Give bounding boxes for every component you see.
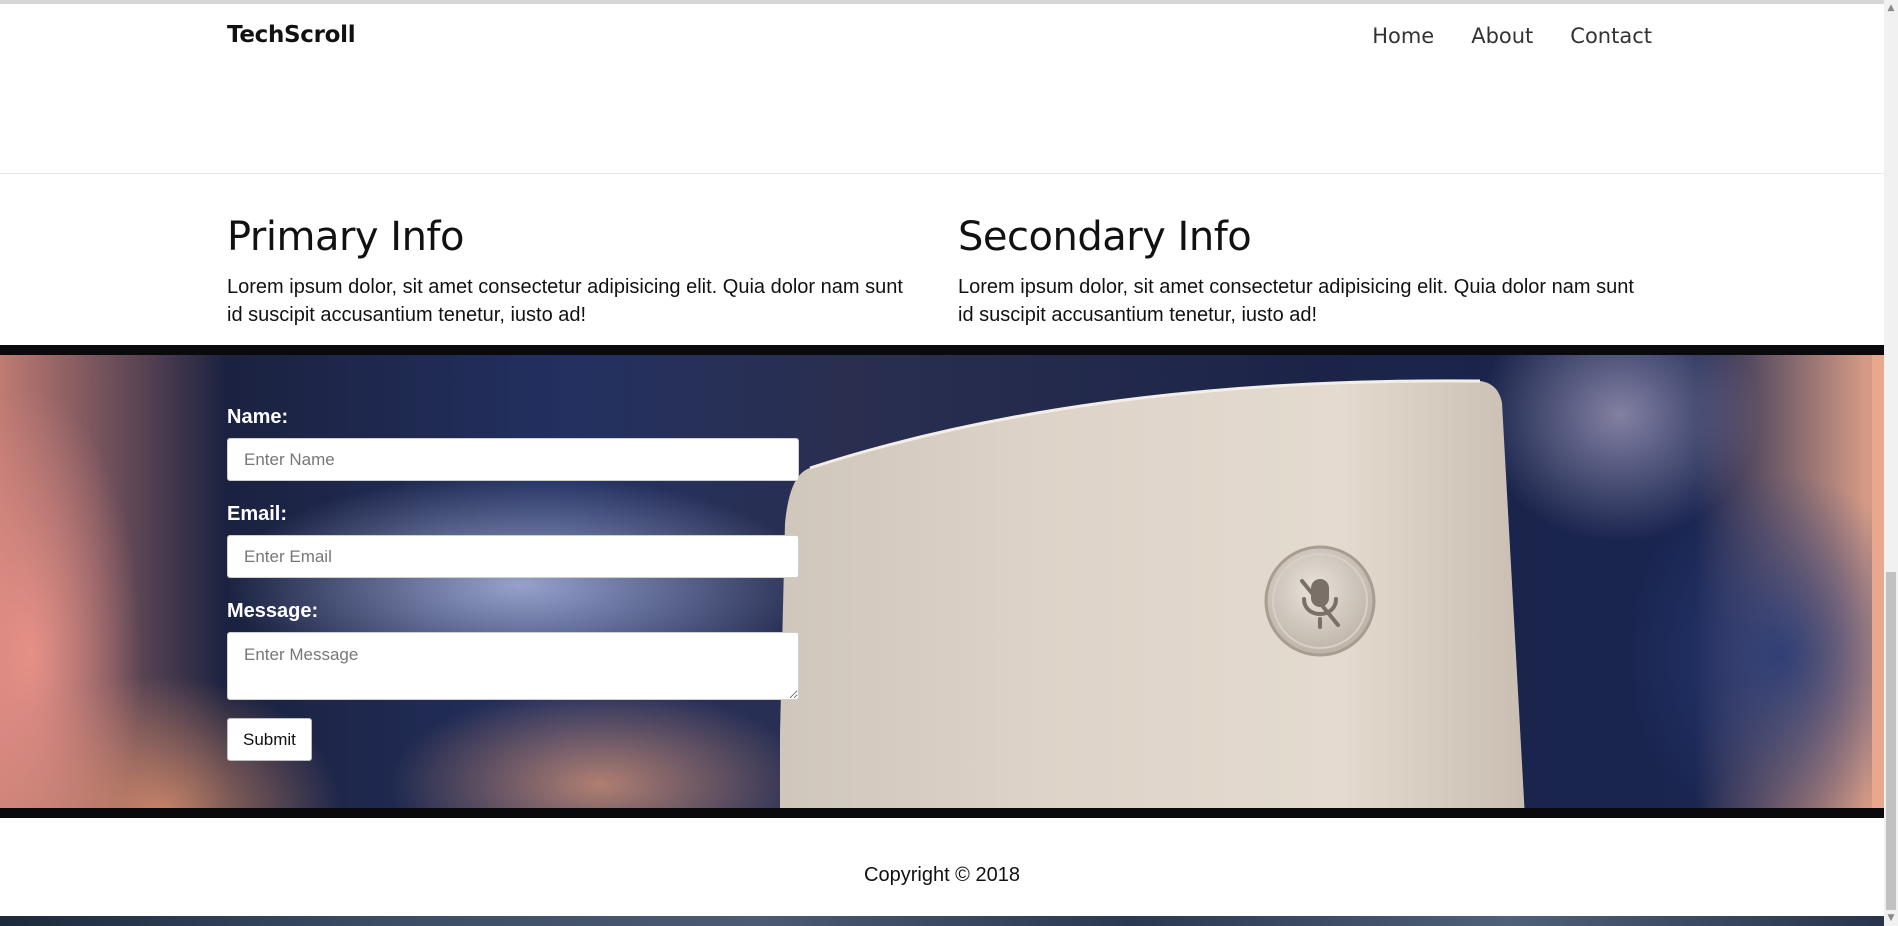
email-label: Email: (227, 503, 288, 525)
brand-logo[interactable]: TechScroll (227, 22, 356, 48)
message-textarea[interactable] (227, 632, 799, 700)
secondary-info: Secondary Info Lorem ipsum dolor, sit am… (958, 215, 1648, 329)
smart-speaker-illustration (780, 379, 1525, 808)
name-input[interactable] (227, 438, 799, 481)
main-nav: Home About Contact (1372, 24, 1652, 48)
smart-speaker-background-image: Name: Email: Message: Submit (0, 355, 1884, 808)
nav-link-about[interactable]: About (1471, 24, 1533, 48)
primary-info-text: Lorem ipsum dolor, sit amet consectetur … (227, 276, 903, 326)
contact-form: Name: Email: Message: Submit (227, 405, 799, 761)
primary-info: Primary Info Lorem ipsum dolor, sit amet… (227, 215, 917, 329)
scrollbar-thumb[interactable] (1886, 572, 1896, 910)
name-label: Name: (227, 406, 289, 428)
page: TechScroll Home About Contact Primary In… (0, 0, 1898, 926)
page-content: TechScroll Home About Contact Primary In… (0, 0, 1884, 926)
copyright-text: Copyright © 2018 (864, 864, 1020, 886)
contact-section: Name: Email: Message: Submit (0, 345, 1884, 818)
nav-link-contact[interactable]: Contact (1570, 24, 1652, 48)
background-image-edge (1872, 355, 1884, 808)
info-section: Primary Info Lorem ipsum dolor, sit amet… (0, 175, 1884, 346)
site-header: TechScroll Home About Contact (0, 4, 1884, 174)
message-label: Message: (227, 600, 319, 622)
scroll-up-arrow-icon[interactable]: ▲ (1884, 0, 1898, 16)
vertical-scrollbar[interactable]: ▲ ▼ (1884, 0, 1898, 926)
submit-button[interactable]: Submit (227, 718, 312, 761)
next-section-peek (0, 916, 1884, 926)
site-footer: Copyright © 2018 (0, 818, 1884, 916)
email-input[interactable] (227, 535, 799, 578)
scroll-down-arrow-icon[interactable]: ▼ (1884, 910, 1898, 926)
nav-link-home[interactable]: Home (1372, 24, 1434, 48)
secondary-info-text: Lorem ipsum dolor, sit amet consectetur … (958, 276, 1634, 326)
secondary-info-title: Secondary Info (958, 214, 1252, 260)
primary-info-title: Primary Info (227, 214, 465, 260)
